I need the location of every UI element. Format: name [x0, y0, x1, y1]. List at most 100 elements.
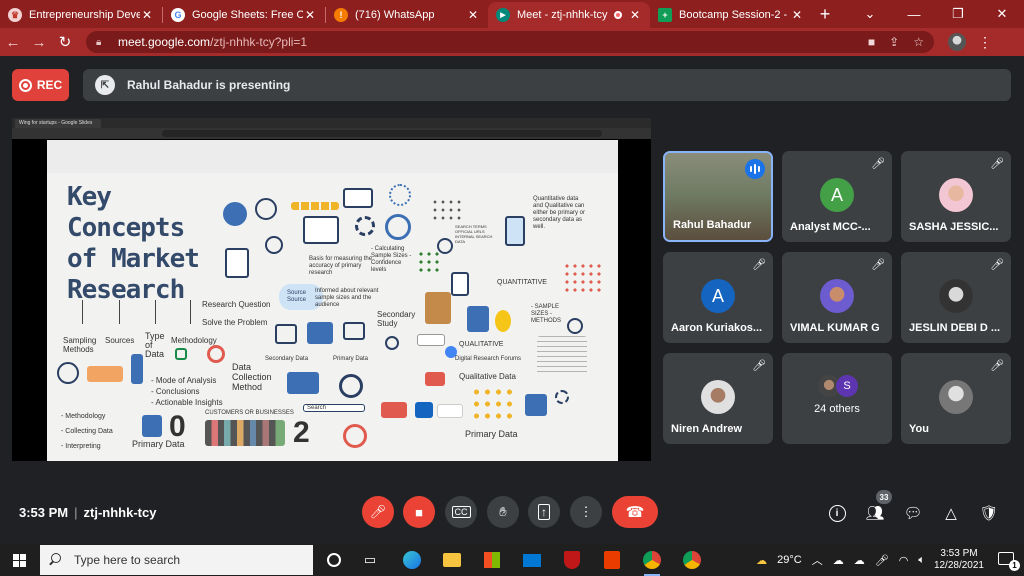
slide-title: Key Concepts of Market Research	[67, 182, 200, 305]
browser-tab-entrepreneurship[interactable]: ♛ Entrepreneurship Develop ✕	[0, 2, 162, 28]
microphone-toggle-button[interactable]: 🎤︎	[362, 496, 394, 528]
people-icon: 👥︎	[865, 505, 885, 522]
cortana-button[interactable]	[322, 548, 346, 572]
presenting-banner: ⇱ Rahul Bahadur is presenting	[83, 69, 1011, 101]
activities-button[interactable]: △	[940, 502, 962, 524]
participant-tile-others[interactable]: S 24 others	[782, 353, 892, 444]
box-icon	[307, 322, 333, 344]
office-taskbar-icon[interactable]	[600, 548, 624, 572]
share-icon[interactable]: ⇪	[889, 35, 899, 49]
sources-label: Sources	[105, 336, 135, 345]
participant-tile[interactable]: 🎤︎ SASHA JESSIC...	[901, 151, 1011, 242]
recording-button[interactable]: REC	[12, 69, 69, 101]
toolbar-right: ⋮	[948, 33, 992, 51]
expert-logo-icon	[415, 402, 433, 418]
profile-avatar[interactable]	[948, 33, 966, 51]
notification-center-button[interactable]: 1	[996, 551, 1020, 571]
meeting-time: 3:53 PM	[19, 505, 69, 520]
store-taskbar-icon[interactable]	[480, 548, 504, 572]
captions-button[interactable]: CC	[445, 496, 477, 528]
magnifier-icon	[57, 362, 79, 384]
close-tab-icon[interactable]: ✕	[790, 8, 804, 22]
forward-button[interactable]: →	[26, 34, 52, 51]
browser-tab-meet[interactable]: ▶ Meet - ztj-nhhk-tcy ✕	[488, 2, 650, 28]
calculating-label: - Calculating Sample Sizes - Confidence …	[371, 246, 412, 273]
minimize-button[interactable]: —	[892, 0, 936, 28]
leave-call-button[interactable]: ☎︎	[612, 496, 658, 528]
close-tab-icon[interactable]: ✕	[303, 8, 317, 22]
chrome-taskbar-icon-2[interactable]	[680, 548, 704, 572]
browser-tab-bootcamp[interactable]: + Bootcamp Session-2 - Go ✕	[650, 2, 812, 28]
more-options-button[interactable]: ⋮	[570, 496, 602, 528]
browser-tab-whatsapp[interactable]: ! (716) WhatsApp ✕	[326, 2, 488, 28]
mcafee-taskbar-icon[interactable]	[560, 548, 584, 572]
edge-taskbar-icon[interactable]	[400, 548, 424, 572]
taskbar-clock[interactable]: 3:53 PM 12/28/2021	[934, 548, 984, 572]
people-button[interactable]: 👥︎	[864, 502, 886, 524]
close-tab-icon[interactable]: ✕	[466, 8, 480, 22]
close-tab-icon[interactable]: ✕	[628, 8, 642, 22]
participant-name: Niren Andrew	[671, 423, 743, 435]
video-play-icon	[343, 188, 373, 208]
present-icon: ↑	[538, 504, 550, 520]
close-window-button[interactable]: ✕	[980, 0, 1024, 28]
chrome-taskbar-icon[interactable]	[640, 548, 664, 576]
mic-off-icon: 🎤︎	[990, 158, 1004, 170]
participant-tile[interactable]: 🎤︎ VIMAL KUMAR G	[782, 252, 892, 343]
new-tab-button[interactable]: +	[812, 2, 838, 28]
cloud-icon[interactable]: ☁︎	[854, 554, 865, 567]
restore-button[interactable]: ❐	[936, 0, 980, 28]
task-view-button[interactable]: ▭	[358, 548, 382, 572]
chevron-down-icon[interactable]: ⌄	[848, 0, 892, 28]
chevron-up-icon[interactable]: ︿	[812, 552, 823, 568]
onedrive-icon[interactable]: ☁︎	[833, 554, 844, 567]
taskbar-search-input[interactable]: Type here to search	[40, 545, 313, 575]
browser-menu-icon[interactable]: ⋮	[978, 34, 992, 51]
present-now-button[interactable]: ↑	[528, 496, 560, 528]
participant-tile[interactable]: 🎤︎ JESLIN DEBI D ...	[901, 252, 1011, 343]
host-controls-button[interactable]: 🛡︎	[978, 502, 1000, 524]
mic-off-icon: 🎤︎	[369, 504, 387, 519]
meeting-details-button[interactable]: i	[826, 502, 848, 524]
participant-tile[interactable]: 🎤︎ A Analyst MCC-...	[782, 151, 892, 242]
avatar	[939, 380, 973, 414]
participant-tile[interactable]: 🎤︎ Niren Andrew	[663, 353, 773, 444]
mail-taskbar-icon[interactable]	[520, 548, 544, 572]
avatar: A	[820, 178, 854, 212]
gear-small-icon	[555, 390, 569, 404]
address-bar[interactable]: 🔒︎ meet.google.com /ztj-nhhk-tcy?pli=1 ■…	[86, 31, 934, 53]
participant-tile-self[interactable]: 🎤︎ You	[901, 353, 1011, 444]
more-vert-icon: ⋮	[579, 504, 593, 519]
zero-numeral: 0	[169, 410, 186, 443]
microphone-icon[interactable]: 🎤︎	[875, 554, 889, 567]
camera-toggle-button[interactable]: ■	[403, 496, 435, 528]
reload-button[interactable]: ↻	[52, 33, 78, 51]
arrow-line	[190, 300, 191, 324]
volume-icon[interactable]: 🔈︎	[918, 554, 925, 567]
weather-icon[interactable]: ☁︎	[756, 554, 767, 567]
bookmark-star-icon[interactable]: ☆	[913, 35, 924, 49]
presenter-urlbar	[12, 128, 651, 139]
participant-tile[interactable]: 🎤︎ A Aaron Kuriakos...	[663, 252, 773, 343]
meeting-clock: 3:53 PM | ztj-nhhk-tcy	[19, 505, 156, 520]
participant-tile[interactable]: Rahul Bahadur	[663, 151, 773, 242]
participant-name: Aaron Kuriakos...	[671, 322, 763, 334]
raise-hand-button[interactable]: ✋︎	[487, 496, 519, 528]
browser-tab-google-sheets[interactable]: G Google Sheets: Free Onlin ✕	[163, 2, 325, 28]
camera-icon[interactable]: ■	[868, 35, 875, 49]
team-people-icon	[471, 386, 515, 422]
lock-icon[interactable]: 🔒︎	[96, 37, 110, 48]
file-explorer-taskbar-icon[interactable]	[440, 548, 464, 572]
meeting-code: ztj-nhhk-tcy	[83, 505, 157, 520]
chat-button[interactable]: 💬︎	[902, 502, 924, 524]
nielsen-logo-icon	[437, 404, 463, 418]
avatar: A	[701, 279, 735, 313]
target-icon	[207, 345, 225, 363]
temperature[interactable]: 29°C	[777, 554, 802, 566]
wifi-icon[interactable]: ◠	[899, 554, 909, 567]
mic-off-icon: 🎤︎	[752, 259, 766, 271]
start-button[interactable]	[0, 544, 38, 576]
close-tab-icon[interactable]: ✕	[140, 8, 154, 22]
gift-icon	[525, 394, 547, 416]
back-button[interactable]: ←	[0, 34, 26, 51]
